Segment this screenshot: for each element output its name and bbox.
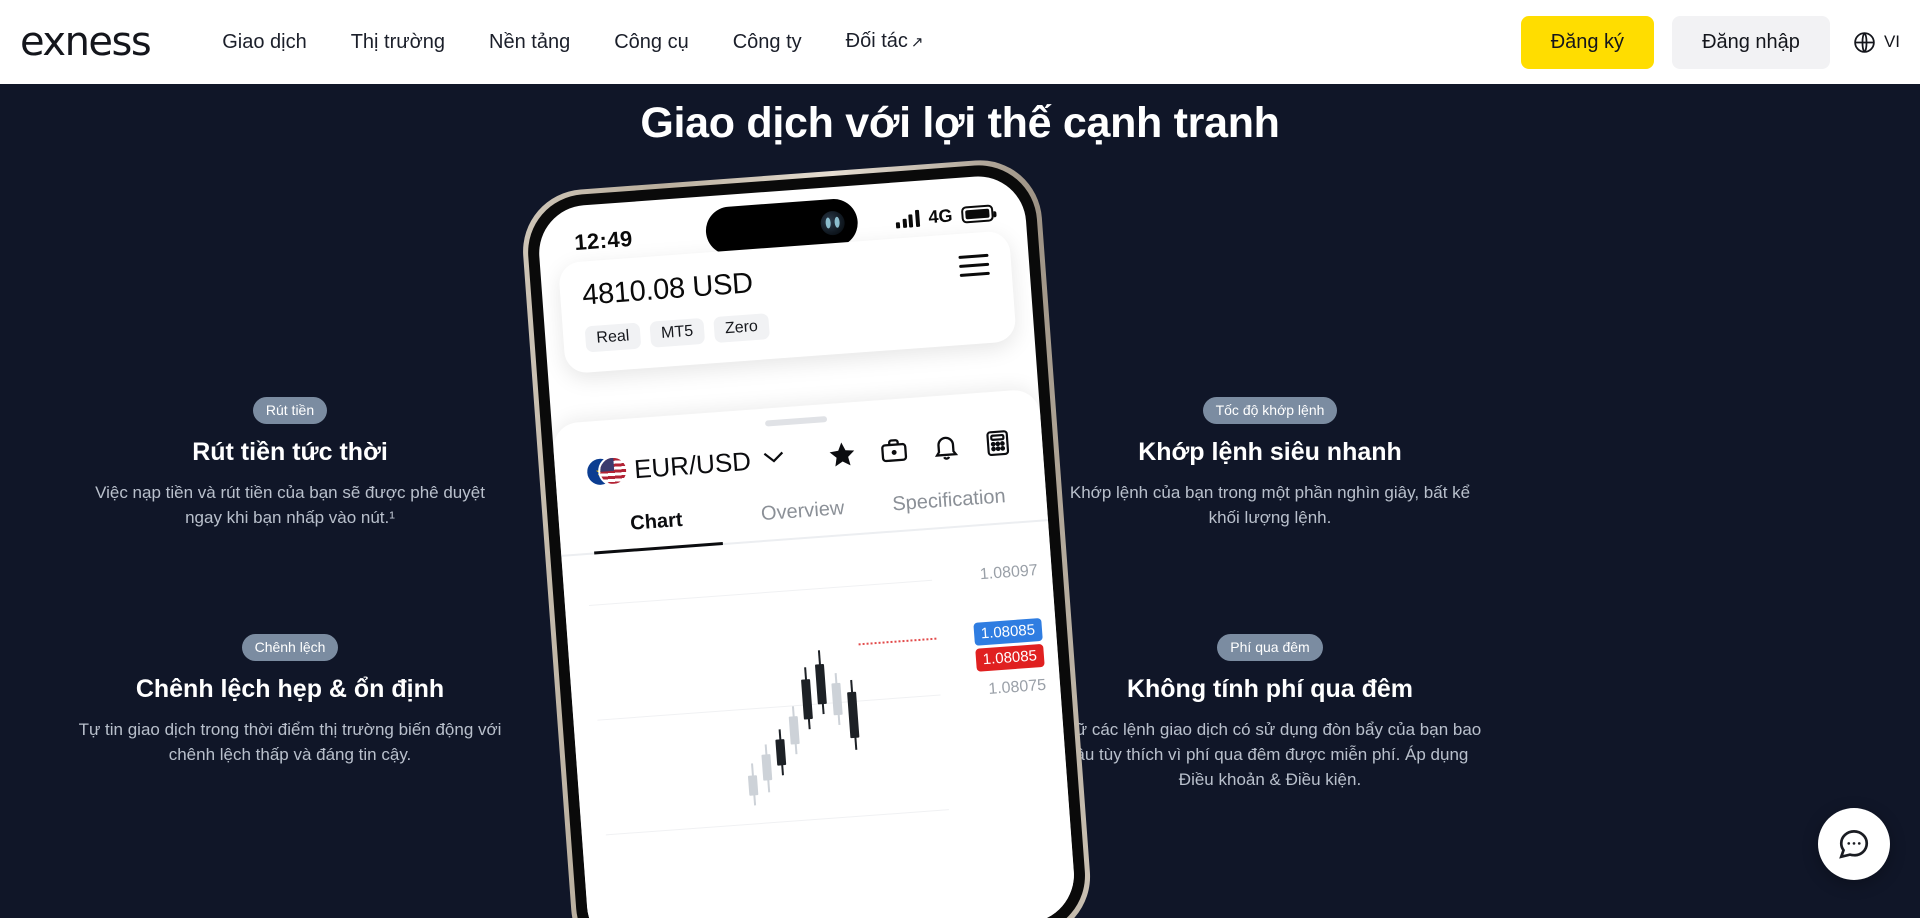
header-actions: Đăng ký Đăng nhập VI [1520, 15, 1920, 69]
feature-description: Khớp lệnh của bạn trong một phần nghìn g… [1069, 483, 1471, 527]
feature-badge: Chênh lệch [241, 634, 339, 661]
tab-chart[interactable]: Chart [582, 505, 731, 553]
tab-overview[interactable]: Overview [729, 495, 878, 543]
phone-frame: 12:49 4G 4810.08 USD Real MT5 Zero ★ EUR… [518, 155, 1095, 918]
battery-icon [960, 203, 994, 224]
tab-specification[interactable]: Specification [875, 484, 1024, 532]
nav-label: Công cụ [614, 31, 689, 53]
account-tag-type[interactable]: Real [584, 322, 642, 353]
nav-label: Công ty [732, 31, 802, 53]
nav-item-partners[interactable]: Đối tác ↗ [824, 0, 946, 85]
account-tag-plan[interactable]: Zero [713, 313, 770, 344]
briefcase-icon[interactable] [878, 435, 909, 466]
feature-card-withdrawals: Rút tiền Rút tiền tức thời Việc nạp tiền… [75, 397, 505, 530]
phone-bezel: 12:49 4G 4810.08 USD Real MT5 Zero ★ EUR… [524, 161, 1090, 918]
account-tag-platform[interactable]: MT5 [649, 317, 706, 348]
nav-label: Đối tác [845, 30, 908, 52]
star-icon[interactable] [827, 439, 858, 470]
feature-title: Rút tiền tức thời [192, 438, 388, 466]
feature-description: Việc nạp tiền và rút tiền của bạn sẽ đượ… [95, 483, 485, 527]
feature-title: Không tính phí qua đêm [1126, 675, 1414, 703]
account-balance: 4810.08 USD [581, 267, 754, 312]
price-chart: 1.08097 1.08075 1.08085 1.08085 [562, 531, 1071, 866]
feature-description: Giữ các lệnh giao dịch có sử dụng đòn bẩ… [1058, 720, 1482, 789]
exness-logo[interactable]: exness [20, 19, 152, 65]
phone-mockup: 12:49 4G 4810.08 USD Real MT5 Zero ★ EUR… [500, 155, 1095, 918]
nav-label: Thị trường [350, 31, 446, 53]
currency-flags [584, 453, 630, 490]
language-selector[interactable]: VI [1852, 30, 1900, 55]
chat-support-button[interactable] [1818, 808, 1890, 880]
chat-bubble-icon [1839, 830, 1869, 859]
feature-description: Tự tin giao dịch trong thời điểm thị trư… [78, 720, 502, 764]
front-camera-icon [819, 210, 846, 236]
instrument-sheet: EUR/USD [551, 388, 1078, 918]
language-label: VI [1883, 32, 1900, 51]
hero-section: Giao dịch với lợi thế cạnh tranh Rút tiề… [0, 72, 1920, 918]
nav-item-markets[interactable]: Thị trường [329, 0, 467, 84]
external-link-arrow-icon: ↗ [910, 34, 924, 51]
feature-badge: Tốc độ khớp lệnh [1202, 397, 1338, 424]
site-header: exness Giao dịch Thị trường Nền tảng Côn… [0, 0, 1920, 84]
login-button[interactable]: Đăng nhập [1672, 15, 1830, 69]
globe-icon [1854, 31, 1875, 53]
nav-item-tools[interactable]: Công cụ [592, 0, 711, 84]
phone-screen: 12:49 4G 4810.08 USD Real MT5 Zero ★ EUR… [535, 173, 1078, 918]
feature-badge: Rút tiền [252, 397, 328, 424]
feature-title: Chênh lệch hẹp & ổn định [135, 675, 445, 703]
nav-item-company[interactable]: Công ty [711, 0, 824, 84]
main-navigation: Giao dịch Thị trường Nền tảng Công cụ Cô… [200, 0, 945, 85]
calculator-icon[interactable] [982, 427, 1013, 458]
feature-badge: Phí qua đêm [1217, 634, 1323, 661]
feature-card-swap-free: Phí qua đêm Không tính phí qua đêm Giữ c… [1055, 634, 1485, 792]
hamburger-menu-icon[interactable] [958, 253, 990, 277]
nav-label: Giao dịch [222, 31, 307, 53]
network-type-label: 4G [927, 204, 954, 227]
signup-button[interactable]: Đăng ký [1520, 15, 1655, 69]
signal-bars-icon [895, 209, 921, 228]
nav-item-platforms[interactable]: Nền tảng [467, 0, 592, 84]
instrument-pair-label[interactable]: EUR/USD [633, 445, 752, 484]
feature-card-spreads: Chênh lệch Chênh lệch hẹp & ổn định Tự t… [75, 634, 505, 767]
instrument-actions [827, 427, 1014, 469]
nav-item-trading[interactable]: Giao dịch [200, 0, 329, 84]
feature-title: Khớp lệnh siêu nhanh [1138, 438, 1402, 466]
status-indicators: 4G [895, 202, 994, 230]
feature-card-execution: Tốc độ khớp lệnh Khớp lệnh siêu nhanh Kh… [1055, 397, 1485, 530]
page-title: Giao dịch với lợi thế cạnh tranh [640, 99, 1280, 147]
status-time: 12:49 [573, 225, 634, 256]
bell-icon[interactable] [930, 431, 961, 462]
nav-label: Nền tảng [489, 31, 571, 53]
chevron-down-icon[interactable] [762, 448, 785, 470]
